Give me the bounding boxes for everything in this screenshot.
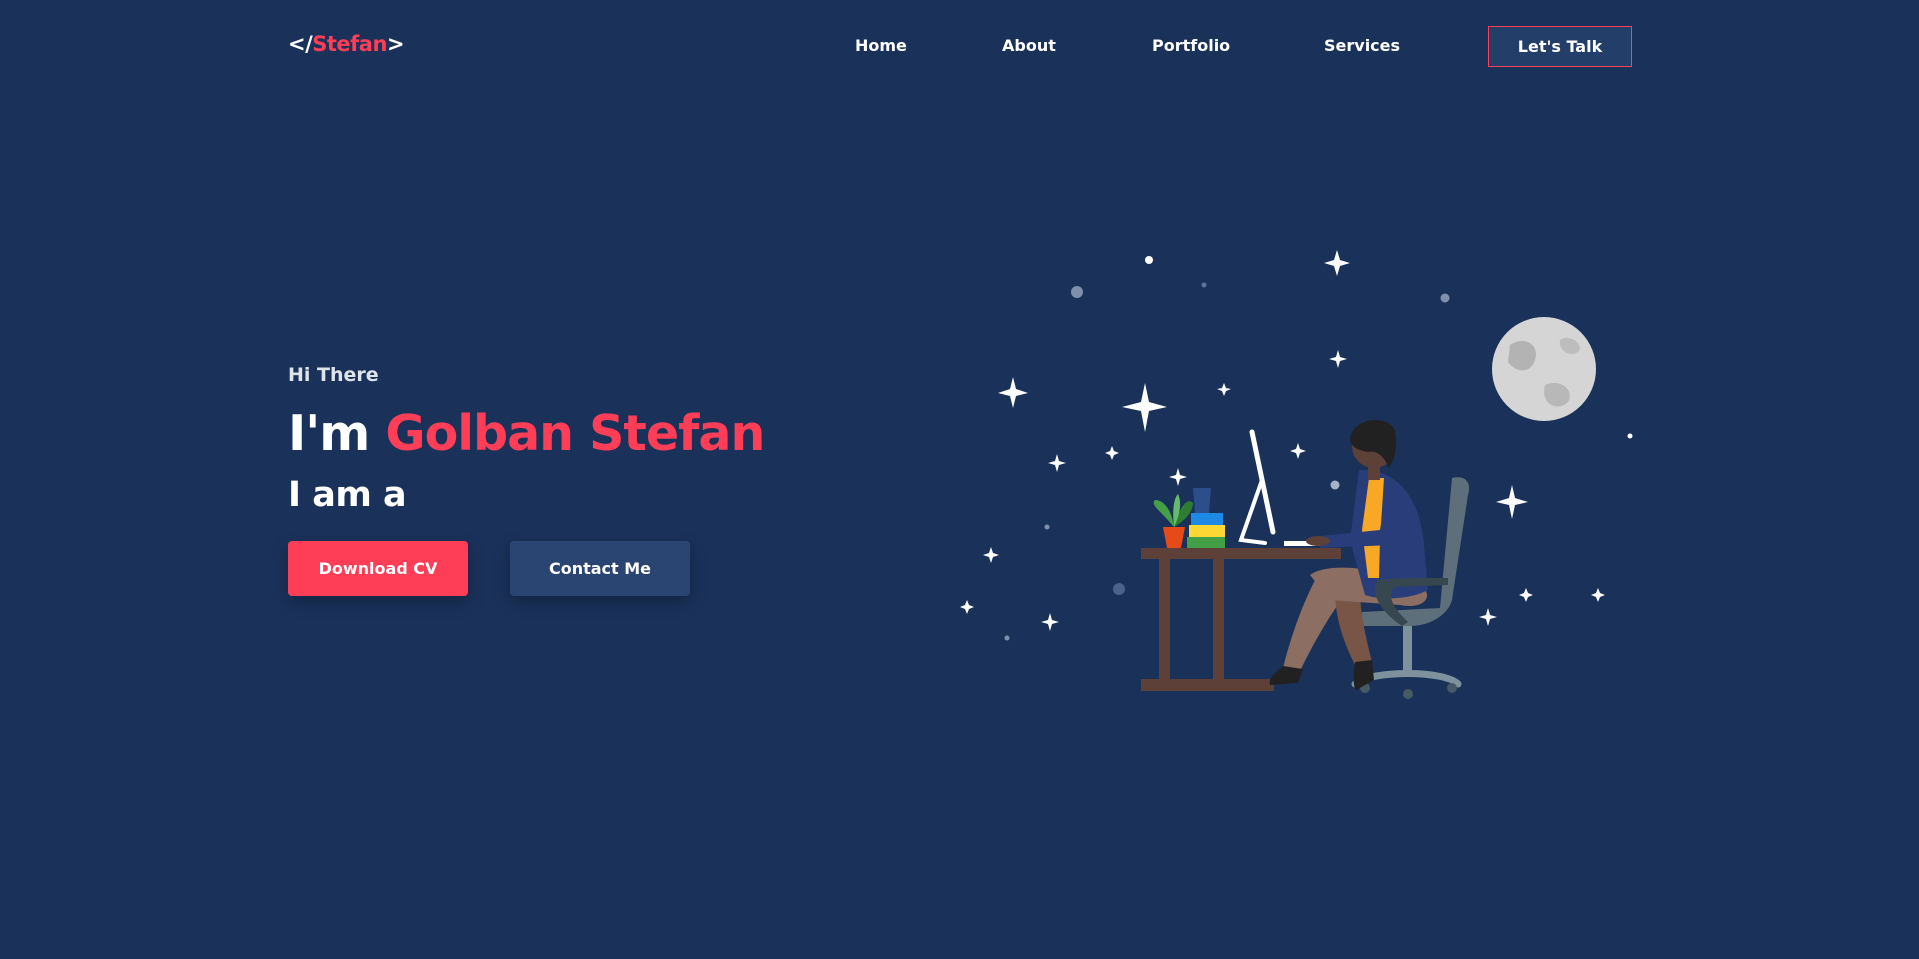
download-cv-button[interactable]: Download CV [288, 541, 468, 596]
logo-suffix: > [386, 32, 405, 56]
nav-home[interactable]: Home [855, 36, 907, 55]
hero-greeting: Hi There [288, 364, 379, 386]
books-icon [1187, 488, 1225, 548]
hero-title-name: Golban Stefan [385, 405, 765, 462]
star-icons [960, 250, 1605, 631]
nav-about[interactable]: About [1002, 36, 1056, 55]
developer-at-desk-illustration [960, 250, 1633, 699]
hero-subtitle: I am a [288, 475, 407, 515]
hero-title-prefix: I'm [288, 405, 370, 462]
portfolio-page: </Stefan> Home About Portfolio Services … [0, 0, 1919, 959]
logo-prefix: </ [288, 32, 313, 56]
site-logo[interactable]: </Stefan> [288, 32, 405, 56]
hero-title: I'm Golban Stefan [288, 404, 765, 464]
logo-name: Stefan [312, 32, 387, 56]
moon-icon [1492, 317, 1596, 421]
nav-portfolio[interactable]: Portfolio [1152, 36, 1230, 55]
monitor-icon [1238, 429, 1276, 545]
lets-talk-button[interactable]: Let's Talk [1488, 26, 1632, 67]
nav-services[interactable]: Services [1324, 36, 1400, 55]
contact-me-button[interactable]: Contact Me [510, 541, 690, 596]
